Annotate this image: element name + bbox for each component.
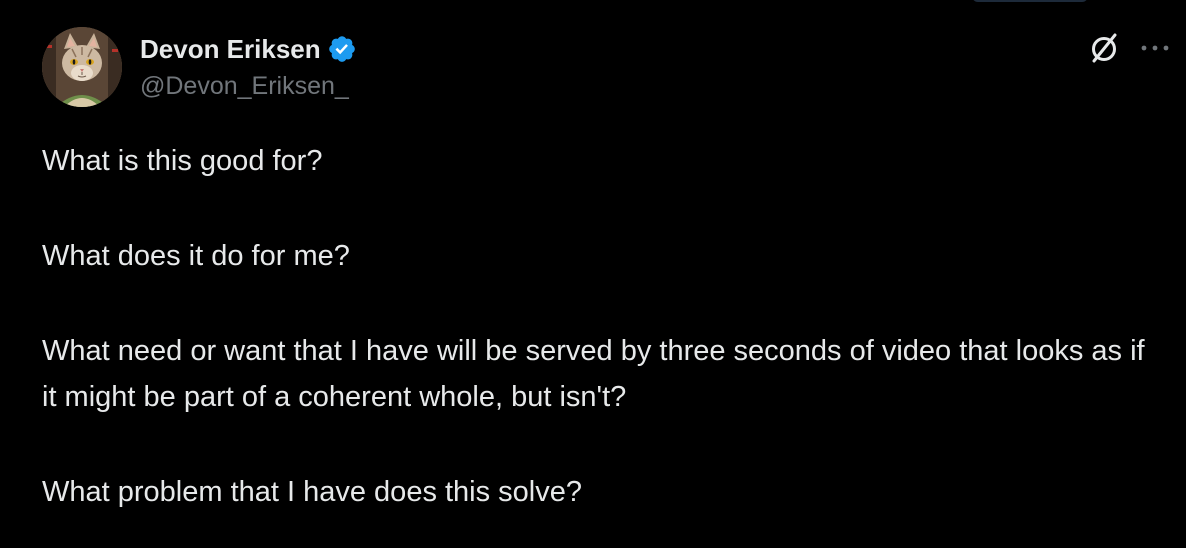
tweet-paragraph: What is this good for?: [42, 145, 323, 177]
tweet-body: What is this good for? What does it do f…: [42, 138, 1152, 548]
author-name-row[interactable]: Devon Eriksen: [140, 31, 357, 67]
avatar[interactable]: [42, 27, 122, 107]
tweet: Devon Eriksen @Devon_Eriksen_ What is th…: [0, 0, 1186, 548]
grok-icon[interactable]: [1086, 30, 1122, 66]
tweet-paragraph: What problem that I have does this solve…: [42, 476, 583, 508]
author-display-name[interactable]: Devon Eriksen: [140, 34, 321, 65]
more-options-icon[interactable]: [1138, 40, 1172, 56]
tweet-paragraph: What need or want that I have will be se…: [42, 335, 1153, 413]
cat-avatar-image: [42, 27, 122, 107]
tweet-paragraph: What does it do for me?: [42, 240, 350, 272]
author-handle[interactable]: @Devon_Eriksen_: [140, 72, 349, 101]
verified-badge-icon: [328, 36, 355, 62]
